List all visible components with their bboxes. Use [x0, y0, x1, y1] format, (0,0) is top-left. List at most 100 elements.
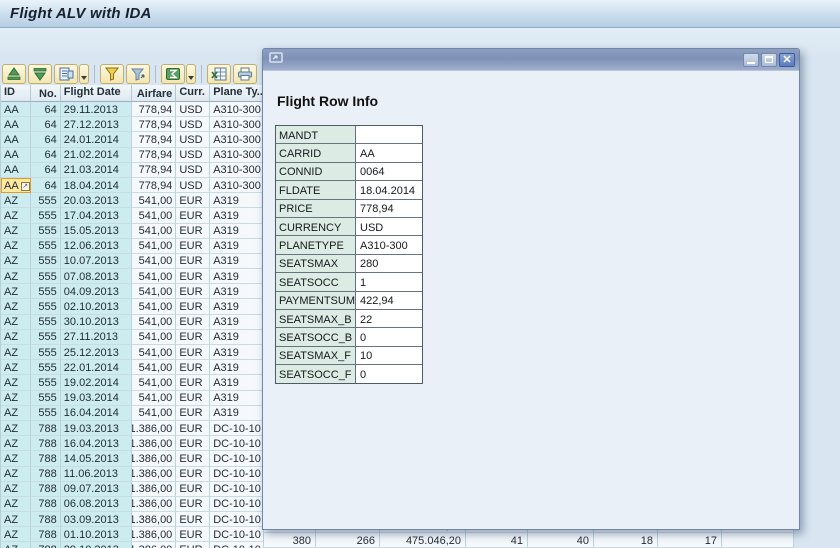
cell-curr[interactable]: USD — [176, 177, 211, 194]
cell-airfare[interactable]: 1.386,00 — [132, 512, 177, 528]
cell-flight-date[interactable]: 06.08.2013 — [60, 496, 133, 513]
cell-plane-ty[interactable]: A319 — [210, 238, 264, 254]
cell-airfare[interactable]: 541,00 — [132, 193, 177, 209]
cell-id[interactable]: AA — [1, 102, 31, 118]
cell-id[interactable]: AZ — [1, 299, 31, 315]
cell-airfare[interactable]: 1.386,00 — [132, 451, 177, 467]
cell-no[interactable]: 788 — [30, 481, 61, 497]
cell-no[interactable]: 64 — [30, 132, 61, 148]
cell-airfare[interactable]: 778,94 — [132, 177, 177, 194]
cell-airfare[interactable]: 541,00 — [132, 223, 177, 239]
cell-airfare[interactable]: 778,94 — [132, 132, 177, 148]
cell-curr[interactable]: USD — [176, 132, 211, 148]
cell-plane-ty[interactable]: A319 — [210, 405, 264, 421]
cell-id[interactable]: AZ — [1, 405, 31, 421]
cell-flight-date[interactable]: 21.03.2014 — [60, 162, 133, 178]
column-header-airfare[interactable]: Airfare — [132, 85, 177, 102]
cell-curr[interactable]: USD — [176, 147, 211, 163]
cell-id[interactable]: AZ — [1, 451, 31, 467]
cell-curr[interactable]: EUR — [176, 481, 211, 497]
cell-airfare[interactable]: 541,00 — [132, 390, 177, 406]
cell-airfare[interactable]: 541,00 — [132, 345, 177, 361]
cell-id[interactable]: AZ — [1, 436, 31, 452]
cell-no[interactable]: 64 — [30, 162, 61, 178]
cell-flight-date[interactable]: 15.05.2013 — [60, 223, 133, 239]
cell-no[interactable]: 555 — [30, 269, 61, 285]
cell-flight-date[interactable]: 21.02.2014 — [60, 147, 133, 163]
cell-flight-date[interactable]: 01.10.2013 — [60, 527, 133, 543]
cell-no[interactable]: 788 — [30, 436, 61, 452]
cell-no[interactable]: 788 — [30, 496, 61, 513]
cell-airfare[interactable]: 778,94 — [132, 162, 177, 178]
cell-no[interactable]: 788 — [30, 420, 61, 437]
column-header-curr[interactable]: Curr. — [176, 85, 211, 102]
cell-no[interactable]: 555 — [30, 345, 61, 361]
cell-flight-date[interactable]: 07.08.2013 — [60, 269, 133, 285]
cell-plane-ty[interactable]: DC-10-10 — [210, 436, 264, 452]
cell-plane-ty[interactable]: A310-300 — [210, 162, 264, 178]
cell-airfare[interactable]: 541,00 — [132, 405, 177, 421]
cell-id[interactable]: AZ — [1, 466, 31, 482]
cell-plane-ty[interactable]: A319 — [210, 193, 264, 209]
cell-flight-date[interactable]: 20.03.2013 — [60, 193, 133, 209]
cell-airfare[interactable]: 778,94 — [132, 147, 177, 163]
cell-curr[interactable]: EUR — [176, 542, 211, 548]
cell-flight-date[interactable]: 30.10.2013 — [60, 314, 133, 330]
cell-value[interactable]: 266 — [316, 533, 380, 548]
cell-plane-ty[interactable]: DC-10-10 — [210, 420, 264, 437]
cell-value[interactable]: 380 — [264, 533, 316, 548]
cell-curr[interactable]: EUR — [176, 360, 211, 376]
cell-plane-ty[interactable]: A319 — [210, 223, 264, 239]
cell-curr[interactable]: EUR — [176, 512, 211, 528]
cell-curr[interactable]: EUR — [176, 208, 211, 224]
cell-plane-ty[interactable]: A319 — [210, 253, 264, 270]
cell-no[interactable]: 555 — [30, 390, 61, 406]
cell-plane-ty[interactable]: A319 — [210, 269, 264, 285]
cell-curr[interactable]: EUR — [176, 451, 211, 467]
cell-id[interactable]: AZ — [1, 223, 31, 239]
cell-no[interactable]: 555 — [30, 284, 61, 300]
cell-airfare[interactable]: 1.386,00 — [132, 481, 177, 497]
cell-id[interactable]: AZ — [1, 193, 31, 209]
cell-flight-date[interactable]: 19.03.2013 — [60, 420, 133, 437]
cell-airfare[interactable]: 541,00 — [132, 360, 177, 376]
cell-id[interactable]: AZ — [1, 329, 31, 345]
set-filter-button[interactable] — [100, 64, 124, 84]
cell-id[interactable]: AZ — [1, 269, 31, 285]
cell-no[interactable]: 64 — [30, 102, 61, 118]
cell-plane-ty[interactable]: A310-300 — [210, 177, 264, 194]
total-dropdown-button[interactable] — [186, 64, 196, 84]
cell-id[interactable]: AZ — [1, 253, 31, 270]
cell-flight-date[interactable]: 12.06.2013 — [60, 238, 133, 254]
cell-flight-date[interactable]: 24.01.2014 — [60, 132, 133, 148]
cell-plane-ty[interactable]: DC-10-10 — [210, 466, 264, 482]
cell-value[interactable]: 40 — [528, 533, 594, 548]
cell-plane-ty[interactable]: A319 — [210, 314, 264, 330]
cell-airfare[interactable]: 1.386,00 — [132, 436, 177, 452]
cell-flight-date[interactable]: 02.10.2013 — [60, 299, 133, 315]
cell-id[interactable]: AZ — [1, 542, 31, 548]
cell-flight-date[interactable]: 16.04.2014 — [60, 405, 133, 421]
cell-plane-ty[interactable]: DC-10-10 — [210, 451, 264, 467]
cell-id[interactable]: AZ — [1, 496, 31, 513]
cell-airfare[interactable]: 541,00 — [132, 269, 177, 285]
cell-no[interactable]: 788 — [30, 451, 61, 467]
cell-airfare[interactable]: 1.386,00 — [132, 466, 177, 482]
details-dropdown-button[interactable] — [79, 64, 89, 84]
cell-airfare[interactable]: 778,94 — [132, 117, 177, 133]
cell-plane-ty[interactable]: A310-300 — [210, 147, 264, 163]
cell-value[interactable]: 41 — [466, 533, 528, 548]
cell-flight-date[interactable]: 10.07.2013 — [60, 253, 133, 270]
cell-plane-ty[interactable]: A319 — [210, 360, 264, 376]
cell-curr[interactable]: EUR — [176, 193, 211, 209]
cell-flight-date[interactable]: 14.05.2013 — [60, 451, 133, 467]
cell-flight-date[interactable]: 11.06.2013 — [60, 466, 133, 482]
cell-airfare[interactable]: 1.386,00 — [132, 527, 177, 543]
dialog-titlebar[interactable]: ✕ — [263, 49, 799, 70]
cell-plane-ty[interactable]: A319 — [210, 208, 264, 224]
cell-plane-ty[interactable]: A319 — [210, 375, 264, 391]
cell-plane-ty[interactable]: DC-10-10 — [210, 542, 264, 548]
cell-curr[interactable]: EUR — [176, 420, 211, 437]
cell-id[interactable]: AZ — [1, 375, 31, 391]
cell-airfare[interactable]: 541,00 — [132, 314, 177, 330]
